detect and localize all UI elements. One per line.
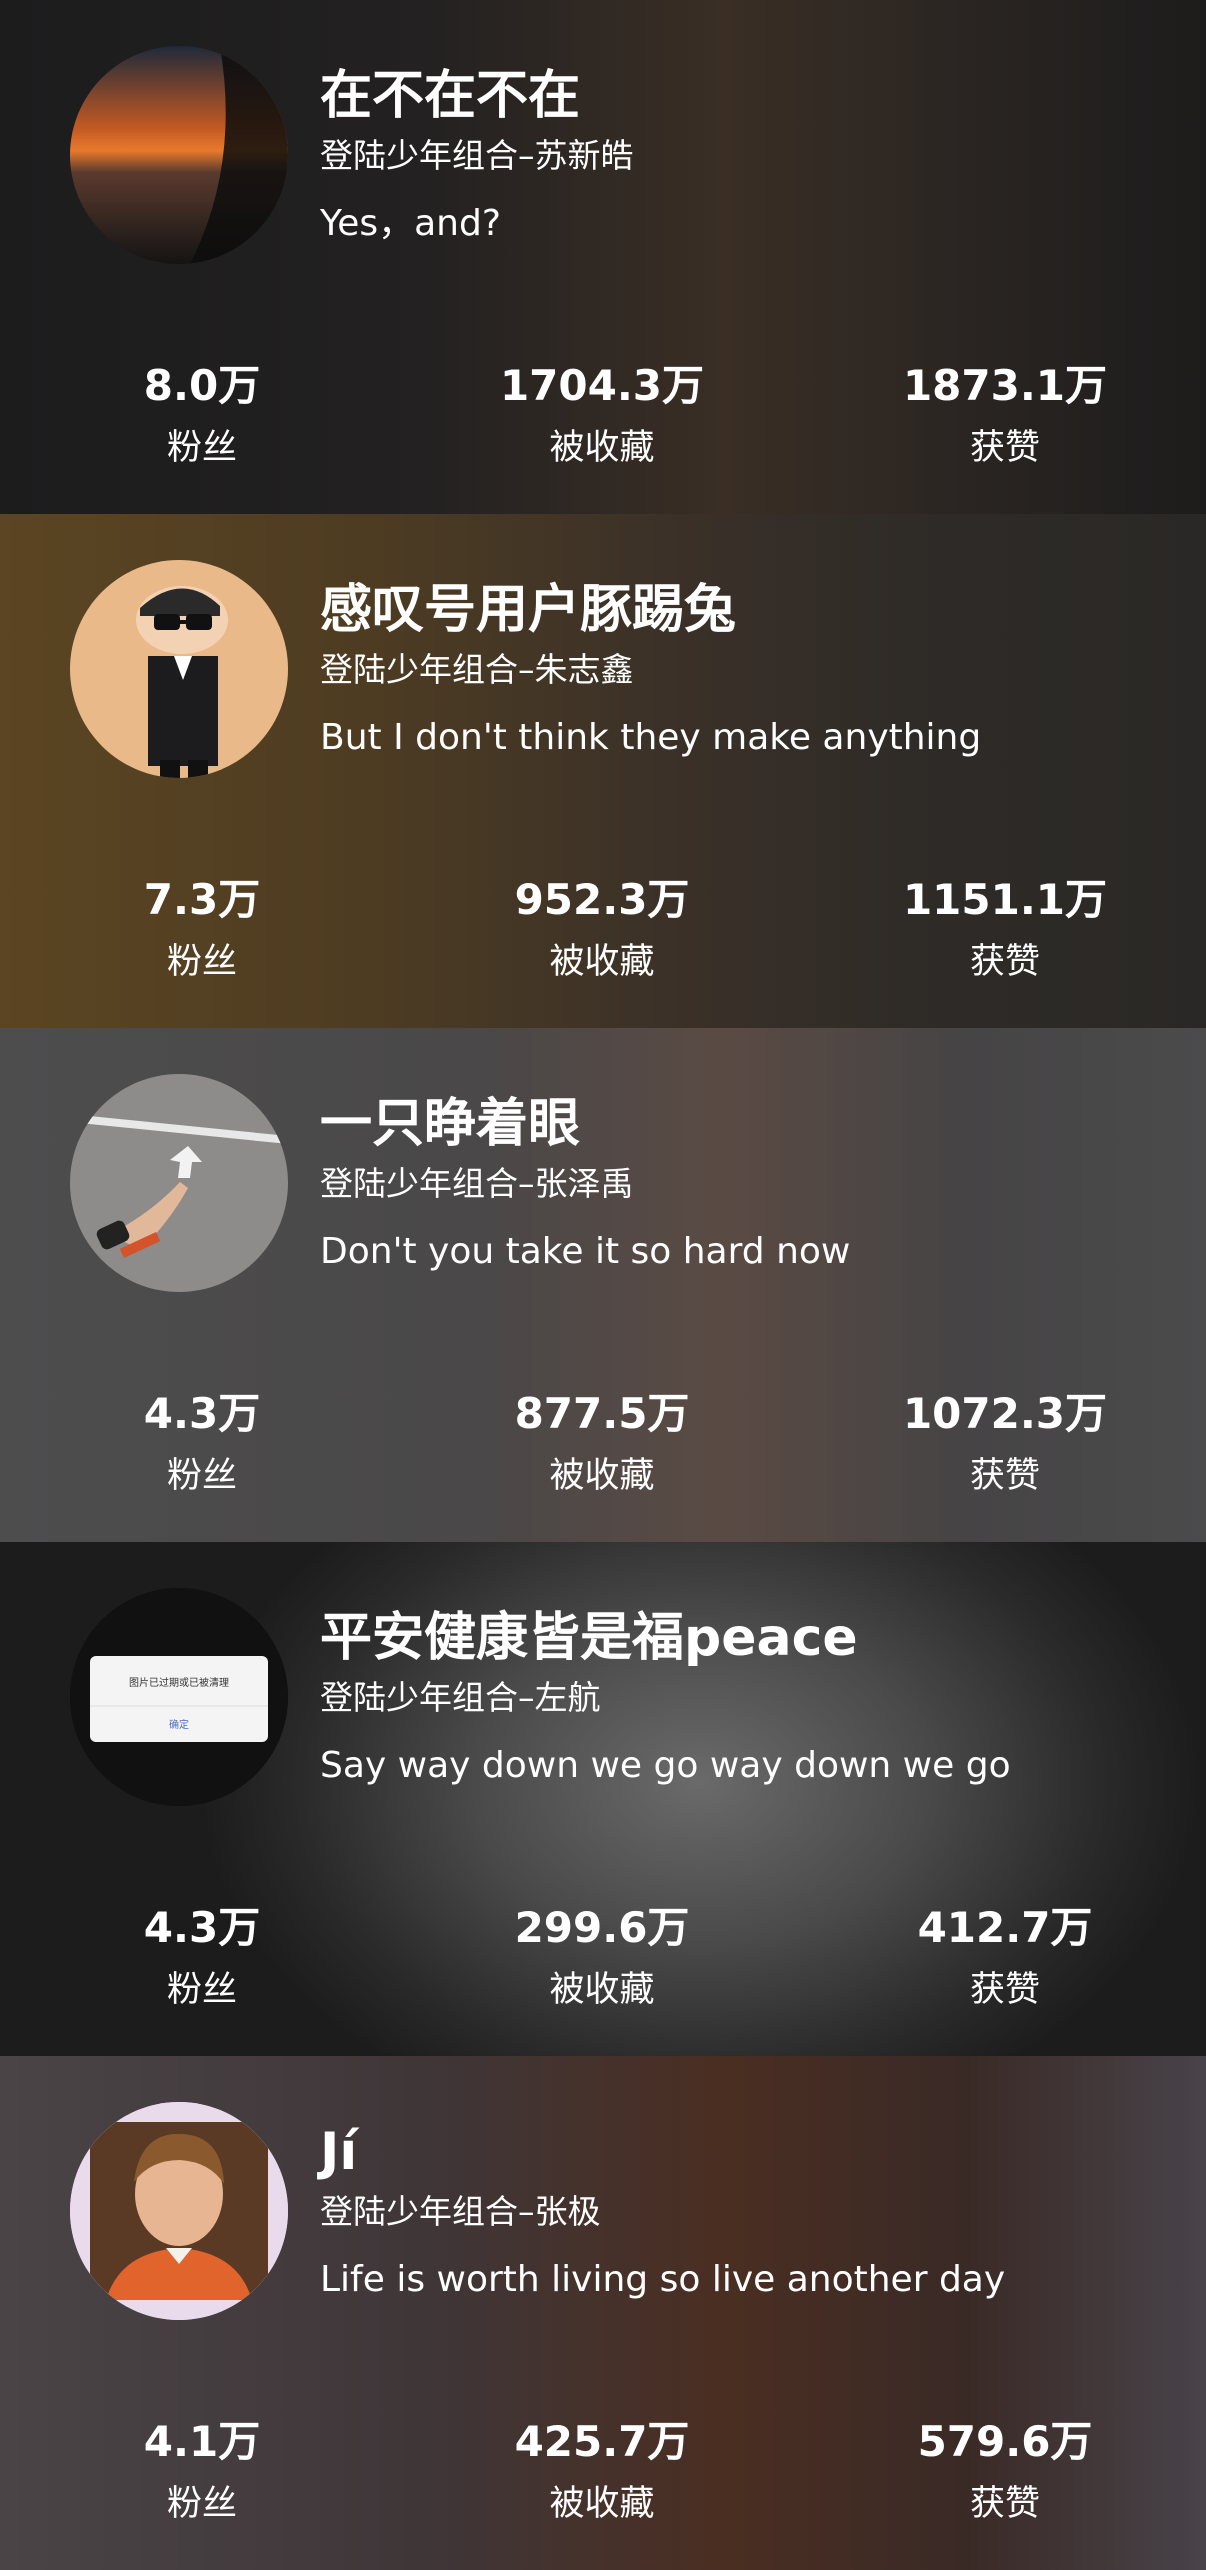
likes-stat[interactable]: 1072.3万 获赞: [855, 1382, 1155, 1506]
likes-stat[interactable]: 1873.1万 获赞: [855, 354, 1155, 478]
nickname: 一只睁着眼: [320, 1094, 581, 1154]
likes-count: 412.7万: [917, 1903, 1093, 1952]
collected-stat[interactable]: 299.6万 被收藏: [452, 1896, 752, 2020]
fans-count: 8.0万: [143, 361, 261, 410]
avatar[interactable]: [70, 46, 288, 264]
portrait-photo-icon: [70, 2102, 288, 2320]
likes-label: 获赞: [969, 2484, 1040, 2524]
fans-label: 粉丝: [166, 1970, 237, 2010]
profile-card-2[interactable]: 感叹号用户豚踢兔 登陆少年组合–朱志鑫 But I don't think th…: [0, 514, 1206, 1028]
avatar[interactable]: [70, 560, 288, 778]
collected-label: 被收藏: [549, 428, 655, 468]
avatar[interactable]: [70, 1074, 288, 1292]
signature: But I don't think they make anything: [320, 717, 982, 758]
sunset-sky-photo-icon: [70, 46, 288, 264]
profile-card-4[interactable]: 图片已过期或已被清理 确定 平安健康皆是福peace 登陆少年组合–左航 Say…: [0, 1542, 1206, 2056]
group-member-label: 登陆少年组合–左航: [320, 1678, 601, 1717]
fans-stat[interactable]: 4.3万 粉丝: [52, 1382, 352, 1506]
fans-stat[interactable]: 8.0万 粉丝: [52, 354, 352, 478]
signature: Don't you take it so hard now: [320, 1231, 851, 1272]
likes-label: 获赞: [969, 942, 1040, 982]
avatar[interactable]: 图片已过期或已被清理 确定: [70, 1588, 288, 1806]
signature: Say way down we go way down we go: [320, 1745, 1011, 1786]
collected-stat[interactable]: 1704.3万 被收藏: [452, 354, 752, 478]
collected-label: 被收藏: [549, 1970, 655, 2010]
fans-stat[interactable]: 4.3万 粉丝: [52, 1896, 352, 2020]
collected-count: 1704.3万: [499, 361, 705, 410]
nickname: 在不在不在: [320, 66, 581, 126]
likes-count: 1151.1万: [902, 875, 1108, 924]
fans-label: 粉丝: [166, 1456, 237, 1496]
likes-count: 1072.3万: [902, 1389, 1108, 1438]
fans-count: 4.1万: [143, 2417, 261, 2466]
collected-stat[interactable]: 952.3万 被收藏: [452, 868, 752, 992]
signature: Life is worth living so live another day: [320, 2259, 1006, 2300]
expired-image-text: 图片已过期或已被清理: [129, 1676, 229, 1689]
likes-stat[interactable]: 1151.1万 获赞: [855, 868, 1155, 992]
collected-count: 952.3万: [514, 875, 690, 924]
expired-image-dialog-icon: 图片已过期或已被清理 确定: [70, 1588, 288, 1806]
cartoon-character-icon: [70, 560, 288, 778]
fans-label: 粉丝: [166, 2484, 237, 2524]
likes-label: 获赞: [969, 1456, 1040, 1496]
collected-count: 425.7万: [514, 2417, 690, 2466]
profile-card-1[interactable]: 在不在不在 登陆少年组合–苏新皓 Yes，and? 8.0万 粉丝 1704.3…: [0, 0, 1206, 514]
profile-card-3[interactable]: 一只睁着眼 登陆少年组合–张泽禹 Don't you take it so ha…: [0, 1028, 1206, 1542]
collected-stat[interactable]: 877.5万 被收藏: [452, 1382, 752, 1506]
likes-label: 获赞: [969, 428, 1040, 468]
nickname: Jí: [320, 2122, 358, 2182]
collected-count: 877.5万: [514, 1389, 690, 1438]
likes-label: 获赞: [969, 1970, 1040, 2010]
collected-label: 被收藏: [549, 2484, 655, 2524]
fans-label: 粉丝: [166, 942, 237, 982]
likes-stat[interactable]: 412.7万 获赞: [855, 1896, 1155, 2020]
fans-count: 4.3万: [143, 1903, 261, 1952]
fans-count: 4.3万: [143, 1389, 261, 1438]
likes-count: 1873.1万: [902, 361, 1108, 410]
likes-count: 579.6万: [917, 2417, 1093, 2466]
fans-stat[interactable]: 4.1万 粉丝: [52, 2410, 352, 2534]
group-member-label: 登陆少年组合–苏新皓: [320, 136, 634, 175]
confirm-button: 确定: [169, 1718, 189, 1731]
hand-pointing-arrow-icon: [70, 1074, 288, 1292]
group-member-label: 登陆少年组合–张极: [320, 2192, 601, 2231]
signature: Yes，and?: [320, 203, 501, 244]
collected-label: 被收藏: [549, 942, 655, 982]
nickname: 感叹号用户豚踢兔: [320, 580, 737, 640]
collected-count: 299.6万: [514, 1903, 690, 1952]
fans-label: 粉丝: [166, 428, 237, 468]
group-member-label: 登陆少年组合–张泽禹: [320, 1164, 634, 1203]
fans-count: 7.3万: [143, 875, 261, 924]
profile-card-5[interactable]: Jí 登陆少年组合–张极 Life is worth living so liv…: [0, 2056, 1206, 2570]
collected-label: 被收藏: [549, 1456, 655, 1496]
group-member-label: 登陆少年组合–朱志鑫: [320, 650, 634, 689]
fans-stat[interactable]: 7.3万 粉丝: [52, 868, 352, 992]
collected-stat[interactable]: 425.7万 被收藏: [452, 2410, 752, 2534]
likes-stat[interactable]: 579.6万 获赞: [855, 2410, 1155, 2534]
nickname: 平安健康皆是福peace: [320, 1608, 858, 1668]
avatar[interactable]: [70, 2102, 288, 2320]
